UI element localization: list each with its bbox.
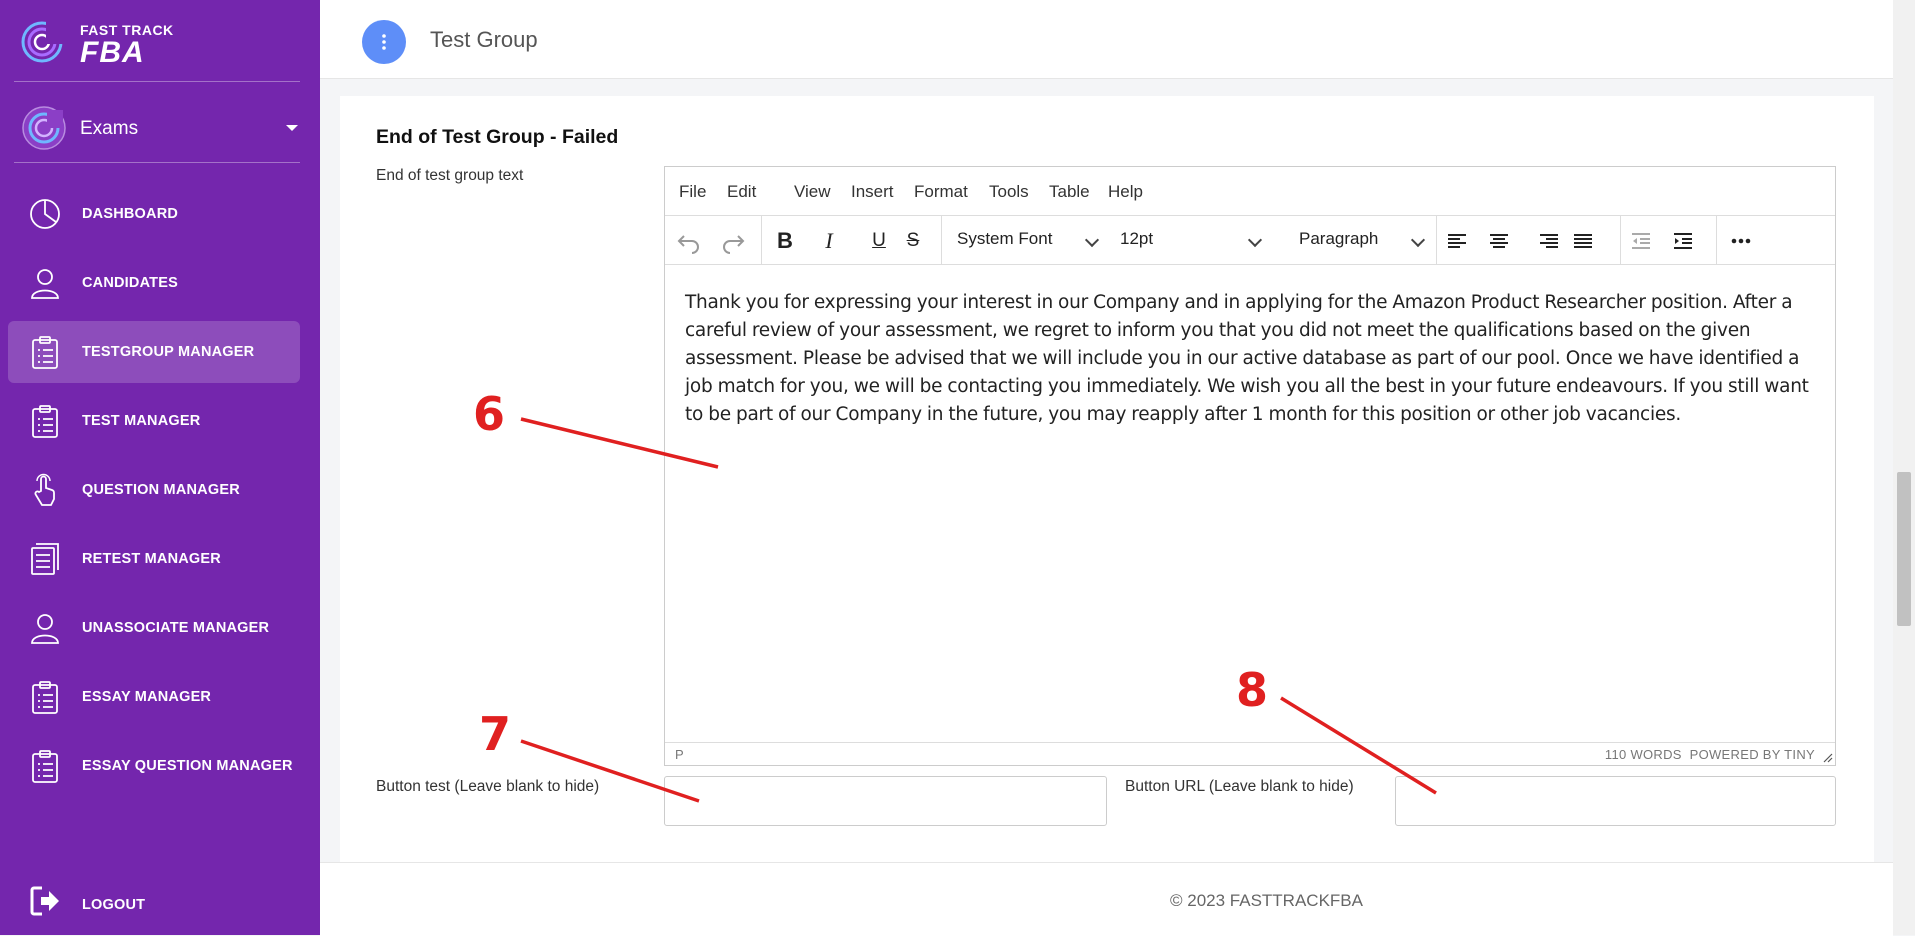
sidebar-divider — [14, 162, 300, 163]
sidebar-item-retest-manager[interactable]: RETEST MANAGER — [8, 528, 300, 590]
editor-content[interactable]: Thank you for expressing your interest i… — [685, 289, 1815, 429]
sidebar-item-essay-question-manager[interactable]: ESSAY QUESTION MANAGER — [8, 735, 300, 797]
menu-insert[interactable]: Insert — [851, 182, 894, 202]
brand-logo[interactable]: FAST TRACK FBA — [20, 18, 300, 68]
sidebar-item-label: UNASSOCIATE MANAGER — [82, 620, 270, 636]
user-icon — [31, 614, 59, 644]
sidebar-item-label: CANDIDATES — [82, 275, 178, 291]
align-justify-icon[interactable] — [1570, 228, 1596, 254]
editor-menubar: File Edit View Insert Format Tools Table… — [665, 167, 1835, 216]
pie-chart-icon — [30, 199, 60, 229]
clipboard-icon — [32, 750, 58, 783]
sidebar-item-label: QUESTION MANAGER — [82, 482, 240, 498]
menu-tools[interactable]: Tools — [989, 182, 1029, 202]
more-icon[interactable] — [1728, 228, 1754, 254]
sidebar-item-question-manager[interactable]: QUESTION MANAGER — [8, 459, 300, 521]
chevron-down-icon — [286, 125, 298, 131]
page-footer: © 2023 FASTTRACKFBA — [320, 862, 1893, 936]
section-title: End of Test Group - Failed — [376, 126, 619, 148]
logo-swirl-icon — [21, 20, 64, 63]
toolbar-divider — [1620, 216, 1621, 264]
element-path[interactable]: P — [675, 747, 684, 762]
menu-table[interactable]: Table — [1049, 182, 1090, 202]
sidebar-item-candidates[interactable]: CANDIDATES — [8, 252, 300, 314]
chevron-down-icon — [1247, 232, 1263, 248]
sidebar-item-essay-manager[interactable]: ESSAY MANAGER — [8, 666, 300, 728]
button-url-input[interactable] — [1395, 776, 1836, 826]
annotation-label-6: 6 — [473, 387, 506, 441]
scrollbar-thumb[interactable] — [1897, 472, 1911, 626]
sidebar-item-label: RETEST MANAGER — [82, 551, 221, 567]
font-size-select[interactable]: 12pt — [1120, 229, 1153, 249]
sidebar-item-label: TEST MANAGER — [82, 413, 201, 429]
outdent-icon[interactable] — [1628, 228, 1654, 254]
bold-button[interactable]: B — [772, 228, 798, 254]
kebab-menu-icon — [382, 34, 386, 50]
underline-button[interactable]: U — [866, 228, 892, 254]
italic-button[interactable]: I — [816, 228, 842, 254]
sidebar-item-unassociate-manager[interactable]: UNASSOCIATE MANAGER — [8, 597, 300, 659]
logout-icon — [30, 886, 59, 916]
editor-toolbar: B I U S System Font 12pt Paragraph — [665, 216, 1835, 265]
end-text-label: End of test group text — [376, 167, 524, 184]
exams-label: Exams — [80, 118, 139, 139]
align-left-icon[interactable] — [1444, 228, 1470, 254]
button-text-label: Button test (Leave blank to hide) — [376, 778, 600, 795]
block-format-select[interactable]: Paragraph — [1299, 229, 1378, 249]
clipboard-icon — [32, 405, 58, 438]
logout-button[interactable]: LOGOUT — [8, 874, 300, 936]
sidebar-divider — [14, 81, 300, 82]
copyright-text: © 2023 FASTTRACKFBA — [1170, 891, 1363, 910]
sidebar-item-label: ESSAY QUESTION MANAGER — [82, 758, 293, 774]
exams-logo-icon — [22, 106, 66, 150]
button-text-input[interactable] — [664, 776, 1107, 826]
menu-view[interactable]: View — [794, 182, 831, 202]
menu-edit[interactable]: Edit — [727, 182, 756, 202]
page-title: Test Group — [430, 27, 538, 52]
exams-selector[interactable]: Exams — [22, 104, 298, 154]
user-icon — [31, 269, 59, 299]
more-options-button[interactable] — [362, 20, 406, 64]
powered-by-link[interactable]: POWERED BY TINY — [1690, 747, 1815, 762]
strikethrough-button[interactable]: S — [900, 228, 926, 254]
sidebar-item-dashboard[interactable]: DASHBOARD — [8, 183, 300, 245]
button-url-label: Button URL (Leave blank to hide) — [1125, 778, 1354, 795]
clipboard-icon — [32, 681, 58, 714]
document-list-icon — [31, 543, 59, 575]
chevron-down-icon — [1410, 232, 1426, 248]
clipboard-icon — [32, 336, 58, 369]
chevron-down-icon — [1084, 232, 1100, 248]
sidebar-item-label: TESTGROUP MANAGER — [82, 344, 255, 360]
pointer-hand-icon — [34, 473, 55, 506]
annotation-label-8: 8 — [1236, 663, 1269, 717]
align-right-icon[interactable] — [1536, 228, 1562, 254]
toolbar-divider — [1436, 216, 1437, 264]
word-count-value: 110 WORDS — [1604, 747, 1682, 762]
sidebar: FAST TRACK FBA Exams DASHBOARD CANDIDATE… — [0, 0, 320, 935]
resize-handle-icon[interactable] — [1823, 753, 1833, 763]
editor-statusbar: P 110 WORDS POWERED BY TINY — [665, 742, 1835, 765]
sidebar-item-testgroup-manager[interactable]: TESTGROUP MANAGER — [8, 321, 300, 383]
annotation-label-7: 7 — [479, 707, 512, 761]
logout-label: LOGOUT — [82, 897, 146, 913]
toolbar-divider — [1716, 216, 1717, 264]
align-center-icon[interactable] — [1486, 228, 1512, 254]
menu-help[interactable]: Help — [1108, 182, 1143, 202]
toolbar-divider — [761, 216, 762, 264]
page-scrollbar[interactable] — [1893, 0, 1915, 935]
menu-format[interactable]: Format — [914, 182, 968, 202]
menu-file[interactable]: File — [679, 182, 706, 202]
indent-icon[interactable] — [1670, 228, 1696, 254]
word-count: 110 WORDS POWERED BY TINY — [1605, 747, 1815, 762]
page-header: Test Group — [320, 0, 1893, 79]
undo-icon[interactable] — [676, 228, 702, 254]
brand-text-main: FBA — [80, 36, 145, 69]
font-family-select[interactable]: System Font — [957, 229, 1052, 249]
redo-icon[interactable] — [720, 228, 746, 254]
sidebar-item-label: DASHBOARD — [82, 206, 179, 222]
test-group-form: End of Test Group - Failed End of test g… — [340, 96, 1874, 862]
sidebar-item-label: ESSAY MANAGER — [82, 689, 212, 705]
toolbar-divider — [941, 216, 942, 264]
sidebar-item-test-manager[interactable]: TEST MANAGER — [8, 390, 300, 452]
